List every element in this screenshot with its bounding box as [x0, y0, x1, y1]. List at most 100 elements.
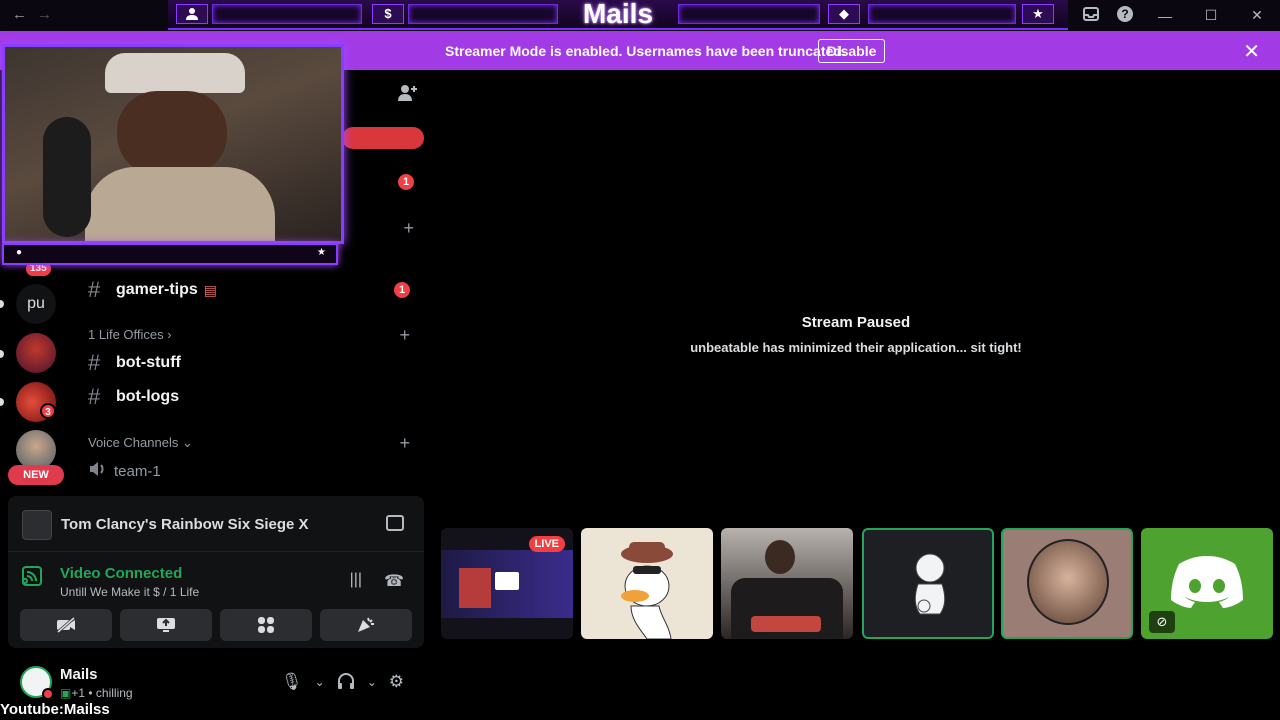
connection-icon	[22, 566, 46, 590]
video-connected-label[interactable]: Video Connected	[60, 565, 182, 582]
unread-badge: 1	[398, 174, 414, 190]
channel-name: bot-logs	[116, 388, 180, 405]
camera-keyboard	[751, 616, 821, 632]
voice-action-buttons	[20, 609, 412, 641]
chevron-right-icon: ›	[167, 327, 172, 342]
unread-badge: 1	[394, 282, 410, 298]
server-icon[interactable]	[16, 430, 56, 470]
mention-badge: 3	[40, 403, 56, 419]
participant-tile-screen[interactable]: LIVE	[441, 528, 573, 639]
voice-channel-team-1[interactable]: team-1	[88, 461, 418, 481]
category-name: Voice Channels	[88, 435, 179, 450]
noise-suppression-icon[interactable]: |||	[350, 571, 362, 591]
category-1-life-offices[interactable]: 1 Life Offices › +	[88, 325, 428, 347]
maximize-button[interactable]: ☐	[1188, 7, 1234, 24]
overlay-slot	[678, 4, 820, 24]
chevron-down-icon[interactable]: ⌄	[367, 675, 377, 695]
overlay-title: Mails	[582, 0, 654, 29]
overlay-slot	[408, 4, 558, 24]
unread-pill	[0, 300, 4, 308]
forward-arrow-icon[interactable]: →	[37, 6, 52, 23]
voice-controls: ||| ☎	[350, 571, 404, 591]
add-channel-icon[interactable]: +	[399, 325, 410, 346]
voice-channel-path[interactable]: Untill We Make it $ / 1 Life	[60, 585, 199, 599]
screen-share-button[interactable]	[120, 609, 212, 641]
new-pill[interactable]: NEW	[8, 465, 64, 485]
window-controls: ? — ☐ ✕	[1074, 0, 1280, 31]
username[interactable]: Mails	[60, 666, 98, 683]
unread-pill	[0, 350, 4, 358]
participant-tile-figure[interactable]	[862, 528, 994, 639]
camera-off-button[interactable]	[20, 609, 112, 641]
user-status: ▣+1 • chilling	[60, 686, 133, 700]
participant-tile-duck[interactable]	[581, 528, 713, 639]
svg-text:?: ?	[1121, 7, 1128, 21]
share-activity-icon[interactable]	[386, 515, 404, 531]
streamer-webcam-overlay: ● ★	[0, 40, 346, 268]
hash-icon: #	[88, 384, 101, 409]
speaker-icon	[88, 461, 106, 481]
dollar-icon: $	[372, 4, 404, 24]
server-icon-pu[interactable]: pu	[16, 284, 56, 324]
watermark: Youtube:Mailss	[0, 701, 110, 718]
overlay-slot	[868, 4, 1016, 24]
help-icon[interactable]: ?	[1108, 5, 1142, 26]
webcam-name-bar: ● ★	[2, 243, 338, 265]
participant-tile-photo[interactable]	[1001, 528, 1133, 639]
star-icon: ★	[317, 247, 326, 258]
disconnect-icon[interactable]: ☎	[384, 571, 404, 591]
hash-icon: #	[88, 350, 101, 375]
channel-name: bot-stuff	[116, 354, 181, 371]
add-channel-icon[interactable]: +	[399, 433, 410, 454]
category-voice-channels[interactable]: Voice Channels ⌄ +	[88, 433, 428, 455]
game-icon	[22, 510, 52, 540]
chevron-down-icon[interactable]: ⌄	[315, 675, 325, 695]
participant-tile-discord[interactable]: ⊘	[1141, 528, 1273, 639]
close-window-button[interactable]: ✕	[1234, 7, 1280, 24]
hidden-video-icon[interactable]: ⊘	[1149, 611, 1175, 633]
webcam-jacket	[85, 167, 275, 241]
voice-panel: Tom Clancy's Rainbow Six Siege X Video C…	[8, 496, 424, 648]
channel-bot-logs[interactable]: # bot-logs	[88, 382, 428, 412]
channel-bot-stuff[interactable]: # bot-stuff	[88, 348, 428, 378]
overlay-slot	[212, 4, 362, 24]
back-arrow-icon[interactable]: ←	[12, 6, 27, 23]
headphones-icon[interactable]	[337, 672, 355, 695]
person-icon: ●	[16, 247, 23, 258]
figure-avatar-image	[914, 553, 946, 615]
inbox-icon[interactable]	[1074, 7, 1108, 24]
minimize-button[interactable]: —	[1142, 8, 1188, 24]
webcam-frame	[2, 44, 344, 244]
memo-icon: ▤	[203, 281, 218, 298]
game-title: Tom Clancy's Rainbow Six Siege X	[61, 516, 309, 533]
disable-button[interactable]: Disable	[818, 39, 885, 63]
soundboard-button[interactable]	[320, 609, 412, 641]
jump-to-present-pill[interactable]	[342, 127, 424, 149]
microphone-icon[interactable]: 🎙	[281, 672, 303, 695]
add-channel-icon[interactable]: +	[403, 218, 414, 239]
webcam-beanie	[105, 53, 245, 93]
channel-name: gamer-tips	[116, 281, 198, 298]
star-icon: ★	[1022, 4, 1054, 24]
settings-gear-icon[interactable]: ⚙	[389, 672, 404, 695]
person-icon	[176, 4, 208, 24]
hash-icon: #	[88, 277, 101, 302]
photo-avatar-image	[1027, 539, 1109, 625]
activity-row: Tom Clancy's Rainbow Six Siege X	[8, 496, 424, 552]
nav-arrows: ← →	[12, 6, 52, 23]
add-member-icon[interactable]	[398, 84, 418, 107]
screen-preview-figure	[459, 568, 491, 608]
participant-tile-camera[interactable]	[721, 528, 853, 639]
close-icon[interactable]: ✕	[1243, 39, 1260, 64]
duck-avatar-image	[621, 542, 673, 639]
live-badge: LIVE	[528, 536, 565, 552]
channel-gamer-tips[interactable]: # gamer-tips ▤ 1	[88, 275, 428, 305]
category-name: 1 Life Offices	[88, 327, 164, 342]
webcam-face	[117, 91, 227, 175]
stream-paused-subtitle: unbeatable has minimized their applicati…	[690, 340, 1022, 355]
activities-button[interactable]	[220, 609, 312, 641]
voice-channel-name: team-1	[114, 462, 161, 480]
stream-paused-title: Stream Paused	[801, 314, 911, 331]
server-icon[interactable]	[16, 333, 56, 373]
game-controller-icon: ▣	[60, 686, 72, 700]
